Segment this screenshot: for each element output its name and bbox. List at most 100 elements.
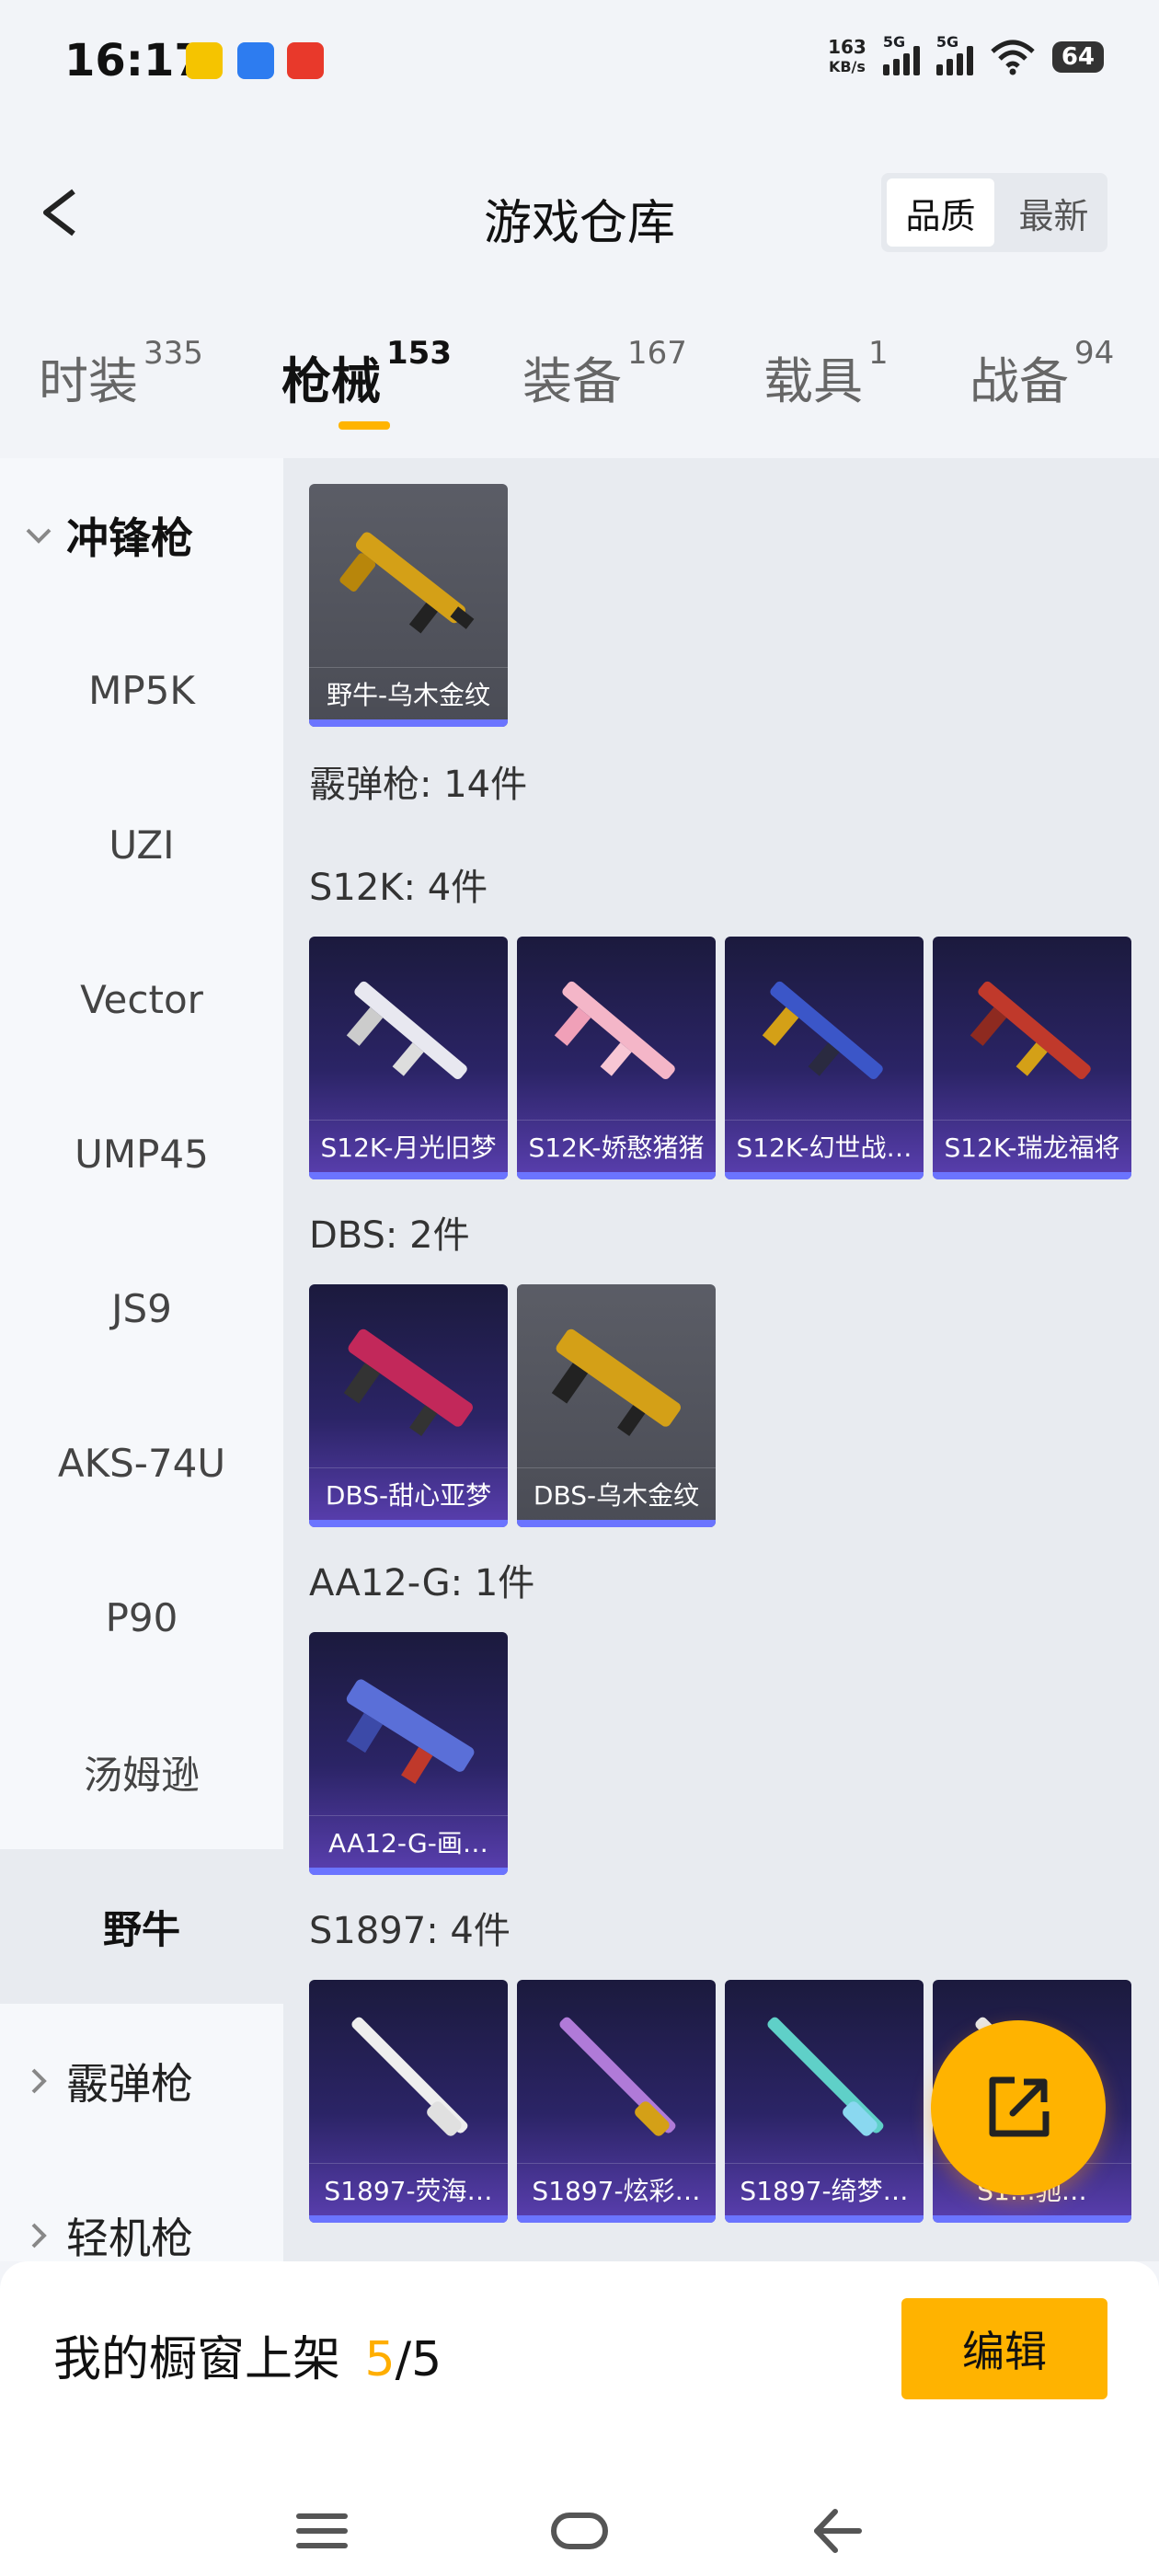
weapon-sidebar: 冲锋枪 MP5K UZI Vector UMP45 JS9 AKS-74U P9… [0, 458, 283, 2263]
sort-option-newest[interactable]: 最新 [1000, 173, 1107, 252]
item-card[interactable]: 野牛-乌木金纹 [309, 484, 508, 727]
showcase-total: /5 [395, 2332, 442, 2387]
rarity-bar [517, 1172, 716, 1179]
sidebar-item-thompson[interactable]: 汤姆逊 [0, 1695, 283, 1849]
rarity-bar [309, 1520, 508, 1527]
item-card[interactable]: AA12-G-画… [309, 1632, 508, 1875]
gun-skin-image [343, 1328, 473, 1436]
gun-skin-image [762, 981, 883, 1079]
group-label: S12K: 4件 [309, 867, 488, 909]
sidebar-category-shotgun[interactable]: 霰弹枪 [0, 2004, 283, 2158]
rarity-bar [933, 2215, 1131, 2223]
group-label: DBS: 2件 [309, 1214, 470, 1257]
item-card[interactable]: S12K-月光旧梦 [309, 937, 508, 1179]
chevron-down-icon [26, 528, 52, 544]
rarity-bar [725, 2215, 924, 2223]
tab-count: 153 [386, 335, 452, 372]
tab-count: 1 [868, 335, 889, 372]
item-card[interactable]: S12K-瑞龙福将 [933, 937, 1131, 1179]
category-header: 霰弹枪: 14件 [309, 764, 528, 806]
item-card[interactable]: S1897-炫彩… [517, 1980, 716, 2223]
tab-guns[interactable]: 枪械 153 [281, 335, 452, 413]
tab-label: 枪械 [281, 352, 381, 410]
item-name: S1897-绮梦… [725, 2163, 924, 2215]
gun-skin-image [551, 1328, 681, 1436]
category-tabs: 时装 335 枪械 153 装备 167 载具 1 战备 94 [0, 331, 1159, 442]
rarity-bar [309, 1868, 508, 1875]
tab-label: 战备 [970, 352, 1069, 410]
item-card[interactable]: S12K-娇憨猪猪 [517, 937, 716, 1179]
item-name: 野牛-乌木金纹 [309, 667, 508, 719]
sidebar-category-smg[interactable]: 冲锋枪 [0, 458, 283, 613]
share-button[interactable] [931, 2020, 1106, 2195]
item-name: S12K-幻世战… [725, 1120, 924, 1172]
item-name: S12K-瑞龙福将 [933, 1120, 1131, 1172]
sidebar-item-aks74u[interactable]: AKS-74U [0, 1386, 283, 1540]
gun-skin-image [346, 981, 467, 1079]
sidebar-item-js9[interactable]: JS9 [0, 1231, 283, 1386]
rarity-bar [309, 1172, 508, 1179]
rarity-bar [517, 1520, 716, 1527]
tab-label: 时装 [39, 352, 138, 410]
rarity-bar [309, 2215, 508, 2223]
share-icon [989, 2076, 1050, 2137]
item-card[interactable]: S1897-绮梦… [725, 1980, 924, 2223]
gun-skin-image [767, 2017, 884, 2136]
back-nav-icon[interactable] [811, 2506, 863, 2556]
system-nav-bar [0, 2501, 1159, 2574]
item-name: DBS-乌木金纹 [517, 1467, 716, 1520]
header: 游戏仓库 品质 最新 [0, 156, 1159, 267]
active-tab-indicator [339, 421, 390, 430]
item-name: S1897-炫彩… [517, 2163, 716, 2215]
item-name: S12K-月光旧梦 [309, 1120, 508, 1172]
net-speed-value: 163 [828, 36, 866, 58]
battery-icon: 64 [1051, 41, 1104, 73]
item-name: S1897-荧海… [309, 2163, 508, 2215]
tab-count: 335 [143, 335, 203, 372]
sidebar-item-vector[interactable]: Vector [0, 922, 283, 1076]
tab-supplies[interactable]: 战备 94 [970, 335, 1114, 413]
tab-label: 载具 [763, 352, 863, 410]
net-speed: 163 KB/s [828, 37, 866, 77]
rarity-bar [725, 1172, 924, 1179]
signal-icon-2: 5G [935, 33, 973, 75]
tab-count: 167 [627, 335, 687, 372]
tab-count: 94 [1074, 335, 1115, 372]
sidebar-item-uzi[interactable]: UZI [0, 767, 283, 922]
tab-vehicles[interactable]: 载具 1 [763, 335, 889, 413]
net-speed-unit: KB/s [828, 58, 866, 75]
item-card[interactable]: S12K-幻世战… [725, 937, 924, 1179]
rarity-bar [309, 719, 508, 727]
sort-option-quality[interactable]: 品质 [887, 178, 994, 247]
app-icon-2 [237, 42, 274, 79]
gun-skin-image [559, 2017, 676, 2136]
signal-label-2: 5G [935, 33, 959, 51]
item-card[interactable]: DBS-乌木金纹 [517, 1284, 716, 1527]
sidebar-item-mp5k[interactable]: MP5K [0, 613, 283, 767]
sort-toggle[interactable]: 品质 最新 [881, 173, 1107, 252]
status-time: 16:17 [64, 35, 205, 86]
sidebar-item-p90[interactable]: P90 [0, 1540, 283, 1695]
signal-icon: 5G [882, 33, 920, 75]
gun-skin-image [339, 532, 475, 634]
chevron-right-icon [31, 2068, 47, 2094]
tab-equipment[interactable]: 装备 167 [522, 335, 687, 413]
sidebar-item-ump45[interactable]: UMP45 [0, 1076, 283, 1231]
item-grid: 野牛-乌木金纹 霰弹枪: 14件 S12K: 4件 S12K-月光旧梦 S12K… [283, 458, 1159, 2261]
rarity-bar [933, 1172, 1131, 1179]
group-label: AA12-G: 1件 [309, 1562, 535, 1604]
showcase-status: 我的橱窗上架 5/5 [53, 2320, 442, 2389]
tab-label: 装备 [522, 352, 622, 410]
app-icon-1 [186, 42, 223, 79]
showcase-current: 5 [364, 2332, 396, 2387]
menu-icon[interactable] [296, 2508, 348, 2554]
sidebar-item-bizon[interactable]: 野牛 [0, 1849, 283, 2004]
home-icon[interactable] [550, 2508, 609, 2554]
tab-fashion[interactable]: 时装 335 [39, 335, 203, 413]
showcase-panel: 我的橱窗上架 5/5 编辑 [0, 2261, 1159, 2576]
edit-button[interactable]: 编辑 [901, 2298, 1107, 2399]
rarity-bar [517, 2215, 716, 2223]
item-card[interactable]: DBS-甜心亚梦 [309, 1284, 508, 1527]
item-card[interactable]: S1897-荧海… [309, 1980, 508, 2223]
sidebar-category-label: 霰弹枪 [66, 2059, 193, 2109]
